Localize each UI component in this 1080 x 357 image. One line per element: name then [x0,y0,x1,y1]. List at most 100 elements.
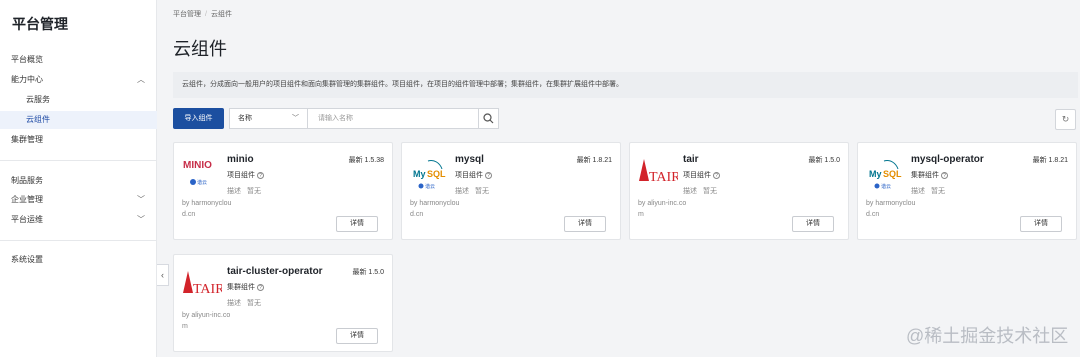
sidebar-divider [0,240,157,241]
sidebar-item-label: 云服务 [26,95,50,104]
description-value: 暂无 [931,188,945,195]
help-icon[interactable]: ? [713,171,720,179]
component-type: 项目组件? [455,170,492,180]
sidebar-item-label: 集群管理 [11,135,43,144]
svg-text:TAIR: TAIR [649,170,678,185]
page-title: 云组件 [173,39,227,59]
minio-logo: MINIO 谐云 [182,155,222,191]
detail-button[interactable]: 详情 [1020,216,1062,232]
component-description: 描述 暂无 [227,298,261,308]
component-name: tair [683,154,699,165]
component-card-mysql-operator: My SQL 谐云 mysql-operator 最新 1.8.21 集群组件? 描… [857,142,1077,240]
component-type: 集群组件? [227,282,264,292]
component-type-label: 项目组件 [455,172,483,179]
sidebar-title: 平台管理 [12,16,68,32]
component-card-minio: MINIO 谐云 minio 最新 1.5.38 项目组件? 描述 暂无 by ha… [173,142,393,240]
mysql-logo: My SQL 谐云 [866,155,906,191]
chevron-down-icon: ﹀ [292,115,299,122]
description-value: 暂无 [247,188,261,195]
component-name: mysql-operator [911,154,984,165]
component-type-label: 集群组件 [911,172,939,179]
sidebar-item-artifact-service[interactable]: 制品服务 [0,172,157,190]
tair-logo: TAIR [638,155,681,191]
help-icon[interactable]: ? [941,171,948,179]
component-provider: by harmonycloud.cn [866,200,916,218]
sidebar-item-cluster-management[interactable]: 集群管理 [0,131,157,149]
sidebar-divider [0,160,157,161]
component-provider: by harmonycloud.cn [182,200,232,218]
help-icon[interactable]: ? [257,171,264,179]
component-description: 描述 暂无 [683,186,717,196]
sidebar-item-label: 平台运维 [11,215,43,224]
select-value: 名称 [238,115,252,122]
sidebar-item-label: 能力中心 [11,75,43,84]
component-card-tair: TAIR tair 最新 1.5.0 项目组件? 描述 暂无 by aliyun-… [629,142,849,240]
breadcrumb-item[interactable]: 平台管理 [173,11,201,18]
svg-text:谐云: 谐云 [197,179,207,186]
detail-button[interactable]: 详情 [564,216,606,232]
help-icon[interactable]: ? [257,283,264,291]
import-component-button[interactable]: 导入组件 [173,108,224,129]
component-description: 描述 暂无 [911,186,945,196]
sidebar-item-platform-ops[interactable]: 平台运维 ﹀ [0,211,157,229]
component-type: 项目组件? [683,170,720,180]
search-button[interactable] [478,108,499,129]
chevron-down-icon: ﹀ [137,195,145,204]
component-version: 最新 1.8.21 [1032,157,1068,164]
svg-text:谐云: 谐云 [881,183,891,190]
component-name: mysql [455,154,484,165]
description-value: 暂无 [475,188,489,195]
sidebar-item-cloud-service[interactable]: 云服务 [0,91,157,109]
svg-text:SQL: SQL [427,169,446,179]
component-card-tair-cluster-operator: TAIR tair-cluster-operator 最新 1.5.0 集群组件… [173,254,393,352]
tair-logo: TAIR [182,267,225,303]
svg-text:My: My [869,169,882,179]
component-name: minio [227,154,254,165]
detail-button[interactable]: 详情 [336,216,378,232]
description-value: 暂无 [247,300,261,307]
sidebar-item-capability-center[interactable]: 能力中心 ︿ [0,71,157,89]
description-label: 描述 [911,188,925,195]
component-description: 描述 暂无 [455,186,489,196]
sidebar-item-label: 云组件 [26,115,50,124]
sidebar-item-label: 系统设置 [11,255,43,264]
breadcrumb-item: 云组件 [210,11,232,18]
component-name: tair-cluster-operator [227,266,323,277]
component-description: 描述 暂无 [227,186,261,196]
description-label: 描述 [227,300,241,307]
svg-text:TAIR: TAIR [193,282,222,297]
search-input[interactable]: 请输入名称 [308,108,498,129]
svg-text:SQL: SQL [883,169,902,179]
sidebar-item-label: 平台概览 [11,55,43,64]
component-type-label: 项目组件 [227,172,255,179]
mysql-logo: My SQL 谐云 [410,155,450,191]
sidebar-item-label: 企业管理 [11,195,43,204]
chevron-up-icon: ︿ [137,75,145,84]
component-provider: by aliyun-inc.com [182,312,231,330]
svg-text:谐云: 谐云 [425,183,435,190]
component-provider: by aliyun-inc.com [638,200,687,218]
component-type-label: 集群组件 [227,284,255,291]
sidebar-item-system-settings[interactable]: 系统设置 [0,251,157,269]
component-version: 最新 1.5.38 [348,157,384,164]
detail-button[interactable]: 详情 [336,328,378,344]
sidebar-item-overview[interactable]: 平台概览 [0,51,157,69]
sidebar-collapse-button[interactable]: ‹ [157,264,169,286]
sidebar-item-label: 制品服务 [11,176,43,185]
search-field-select[interactable]: 名称 ﹀ [229,108,308,129]
component-card-mysql: My SQL 谐云 mysql 最新 1.8.21 项目组件? 描述 暂无 by ha… [401,142,621,240]
component-provider: by harmonycloud.cn [410,200,460,218]
component-type: 项目组件? [227,170,264,180]
sidebar-item-enterprise-management[interactable]: 企业管理 ﹀ [0,191,157,209]
component-version: 最新 1.5.0 [808,157,840,164]
refresh-icon: ↻ [1061,114,1070,124]
svg-text:MINIO: MINIO [183,160,212,171]
help-icon[interactable]: ? [485,171,492,179]
svg-text:My: My [413,169,426,179]
detail-button[interactable]: 详情 [792,216,834,232]
description-label: 描述 [227,188,241,195]
watermark: @稀土掘金技术社区 [906,326,1069,346]
sidebar-item-cloud-component[interactable]: 云组件 [0,111,157,129]
sidebar: 平台管理 平台概览 能力中心 ︿ 云服务 云组件 集群管理 制品服务 企业管理 ﹀ … [0,0,157,357]
refresh-button[interactable]: ↻ [1055,109,1076,130]
